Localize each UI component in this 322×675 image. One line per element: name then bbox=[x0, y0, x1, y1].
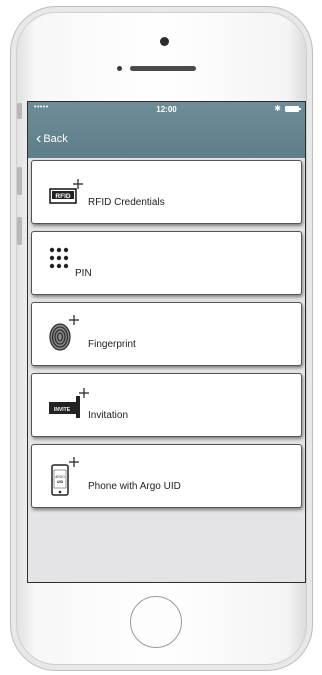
credential-type-list: RFID RFID Credentials PIN Fingerprint IN… bbox=[31, 160, 302, 515]
back-label: Back bbox=[43, 133, 68, 145]
credential-option-rfid[interactable]: RFID RFID Credentials bbox=[31, 160, 302, 224]
credential-option-pin[interactable]: PIN bbox=[31, 231, 302, 295]
keypad-icon bbox=[49, 247, 69, 269]
earpiece-speaker bbox=[130, 66, 196, 71]
rfid-icon-text: RFID bbox=[55, 193, 70, 200]
screen: ••••• 12:00 ✱ ‹ Back RFID RFID Credentia… bbox=[27, 101, 306, 583]
phone-icon-text: ARGO bbox=[55, 475, 65, 479]
credential-option-label: RFID Credentials bbox=[88, 197, 165, 208]
status-bar: ••••• 12:00 ✱ bbox=[28, 102, 305, 118]
credential-option-fingerprint[interactable]: Fingerprint bbox=[31, 302, 302, 366]
navigation-bar: ••••• 12:00 ✱ ‹ Back bbox=[28, 102, 305, 158]
credential-option-label: Fingerprint bbox=[88, 339, 136, 350]
credential-option-phone-argo-uid[interactable]: ARGO UID Phone with Argo UID bbox=[31, 444, 302, 508]
bluetooth-icon: ✱ bbox=[274, 104, 281, 113]
credential-option-label: PIN bbox=[75, 268, 92, 279]
battery-icon bbox=[285, 106, 301, 112]
credential-option-invitation[interactable]: INVITE Invitation bbox=[31, 373, 302, 437]
front-camera bbox=[160, 37, 169, 46]
invite-icon-text: INVITE bbox=[54, 407, 71, 413]
fingerprint-icon bbox=[49, 315, 79, 351]
home-button[interactable] bbox=[130, 596, 182, 648]
proximity-sensor bbox=[117, 66, 122, 71]
credential-option-label: Phone with Argo UID bbox=[88, 481, 181, 492]
credential-option-label: Invitation bbox=[88, 410, 129, 421]
volume-up-button bbox=[17, 167, 22, 195]
chevron-left-icon: ‹ bbox=[36, 130, 42, 147]
mute-switch bbox=[17, 103, 22, 119]
phone-uid-icon: ARGO UID bbox=[51, 457, 79, 496]
phone-icon-text-uid: UID bbox=[57, 480, 64, 484]
volume-down-button bbox=[17, 217, 22, 245]
back-button[interactable]: ‹ Back bbox=[36, 131, 68, 147]
clock: 12:00 bbox=[156, 105, 177, 114]
